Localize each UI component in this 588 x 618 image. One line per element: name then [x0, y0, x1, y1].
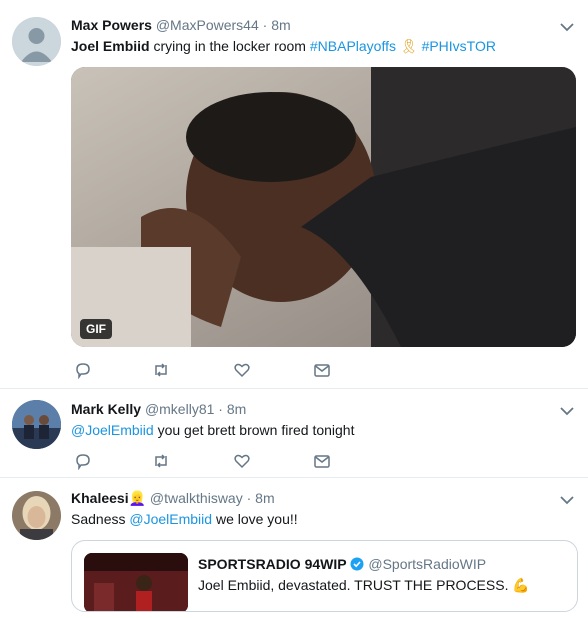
hashtag-nbaplayoffs[interactable]: #NBAPlayoffs	[310, 38, 396, 54]
avatar-photo	[12, 400, 61, 449]
gif-badge: GIF	[80, 319, 112, 339]
chevron-down-icon[interactable]	[560, 22, 574, 32]
avatar[interactable]	[12, 491, 61, 540]
tweet-actions	[74, 452, 344, 470]
tweet-mark-kelly[interactable]: Mark Kelly @mkelly81 · 8m @JoelEmbiid yo…	[0, 389, 588, 478]
avatar[interactable]	[12, 400, 61, 449]
separator: ·	[262, 17, 268, 33]
quoted-tweet[interactable]: SPORTSRADIO 94WIP @SportsRadioWIP Joel E…	[71, 540, 578, 612]
text-rest: we love you!!	[212, 511, 298, 527]
name-emoji: 👱‍♀️	[128, 490, 147, 506]
quoted-header: SPORTSRADIO 94WIP @SportsRadioWIP	[198, 556, 486, 572]
text-rest: crying in the locker room	[149, 38, 310, 54]
retweet-icon[interactable]	[152, 452, 170, 470]
chevron-down-icon[interactable]	[560, 495, 574, 505]
quoted-text: Joel Embiid, devastated. TRUST THE PROCE…	[198, 577, 530, 594]
quoted-user-name[interactable]: SPORTSRADIO 94WIP	[198, 556, 347, 572]
direct-message-icon[interactable]	[313, 361, 331, 379]
tweet-header: Max Powers @MaxPowers44 · 8m	[71, 17, 291, 33]
timestamp[interactable]: 8m	[227, 401, 246, 417]
tweet-header: Khaleesi👱‍♀️ @twalkthisway · 8m	[71, 490, 275, 507]
like-icon[interactable]	[233, 452, 251, 470]
reply-icon[interactable]	[74, 452, 92, 470]
hashtag-phivstor[interactable]: #PHIvsTOR	[422, 38, 496, 54]
quoted-text-content: Joel Embiid, devastated. TRUST THE PROCE…	[198, 577, 513, 593]
text-pre: Sadness	[71, 511, 130, 527]
chevron-down-icon[interactable]	[560, 406, 574, 416]
text-bold: Joel Embiid	[71, 38, 150, 54]
medal-emoji: 🎗	[399, 38, 418, 54]
default-avatar-icon	[12, 17, 61, 66]
tweet-actions	[74, 361, 344, 379]
gif-media[interactable]: GIF	[71, 67, 576, 347]
tweet-text: @JoelEmbiid you get brett brown fired to…	[71, 422, 354, 438]
tweet-max-powers[interactable]: Max Powers @MaxPowers44 · 8m Joel Embiid…	[0, 0, 588, 389]
gif-image	[71, 67, 576, 347]
separator: ·	[218, 401, 223, 417]
avatar-photo	[12, 491, 61, 540]
mention-joelembiid[interactable]: @JoelEmbiid	[129, 511, 212, 527]
timestamp[interactable]: 8m	[255, 490, 274, 506]
timestamp[interactable]: 8m	[271, 17, 290, 33]
verified-icon	[350, 557, 364, 571]
like-icon[interactable]	[233, 361, 251, 379]
separator: ·	[246, 490, 252, 506]
retweet-icon[interactable]	[152, 361, 170, 379]
reply-icon[interactable]	[74, 361, 92, 379]
user-name[interactable]: Khaleesi	[71, 490, 129, 506]
tweet-text: Sadness @JoelEmbiid we love you!!	[71, 511, 298, 527]
direct-message-icon[interactable]	[313, 452, 331, 470]
user-handle[interactable]: @MaxPowers44	[156, 17, 259, 33]
user-handle[interactable]: @twalkthisway	[150, 490, 243, 506]
avatar[interactable]	[12, 17, 61, 66]
flexed-biceps-emoji: 💪	[512, 577, 530, 593]
user-handle[interactable]: @mkelly81	[145, 401, 214, 417]
user-name[interactable]: Max Powers	[71, 17, 152, 33]
mention-joelembiid[interactable]: @JoelEmbiid	[71, 422, 154, 438]
tweet-text: Joel Embiid crying in the locker room #N…	[71, 38, 496, 55]
quoted-image	[84, 553, 188, 611]
quoted-media-thumbnail[interactable]	[84, 553, 188, 611]
tweet-header: Mark Kelly @mkelly81 · 8m	[71, 401, 246, 417]
quoted-user-handle[interactable]: @SportsRadioWIP	[368, 556, 486, 572]
user-name[interactable]: Mark Kelly	[71, 401, 141, 417]
text-rest: you get brett brown fired tonight	[153, 422, 355, 438]
